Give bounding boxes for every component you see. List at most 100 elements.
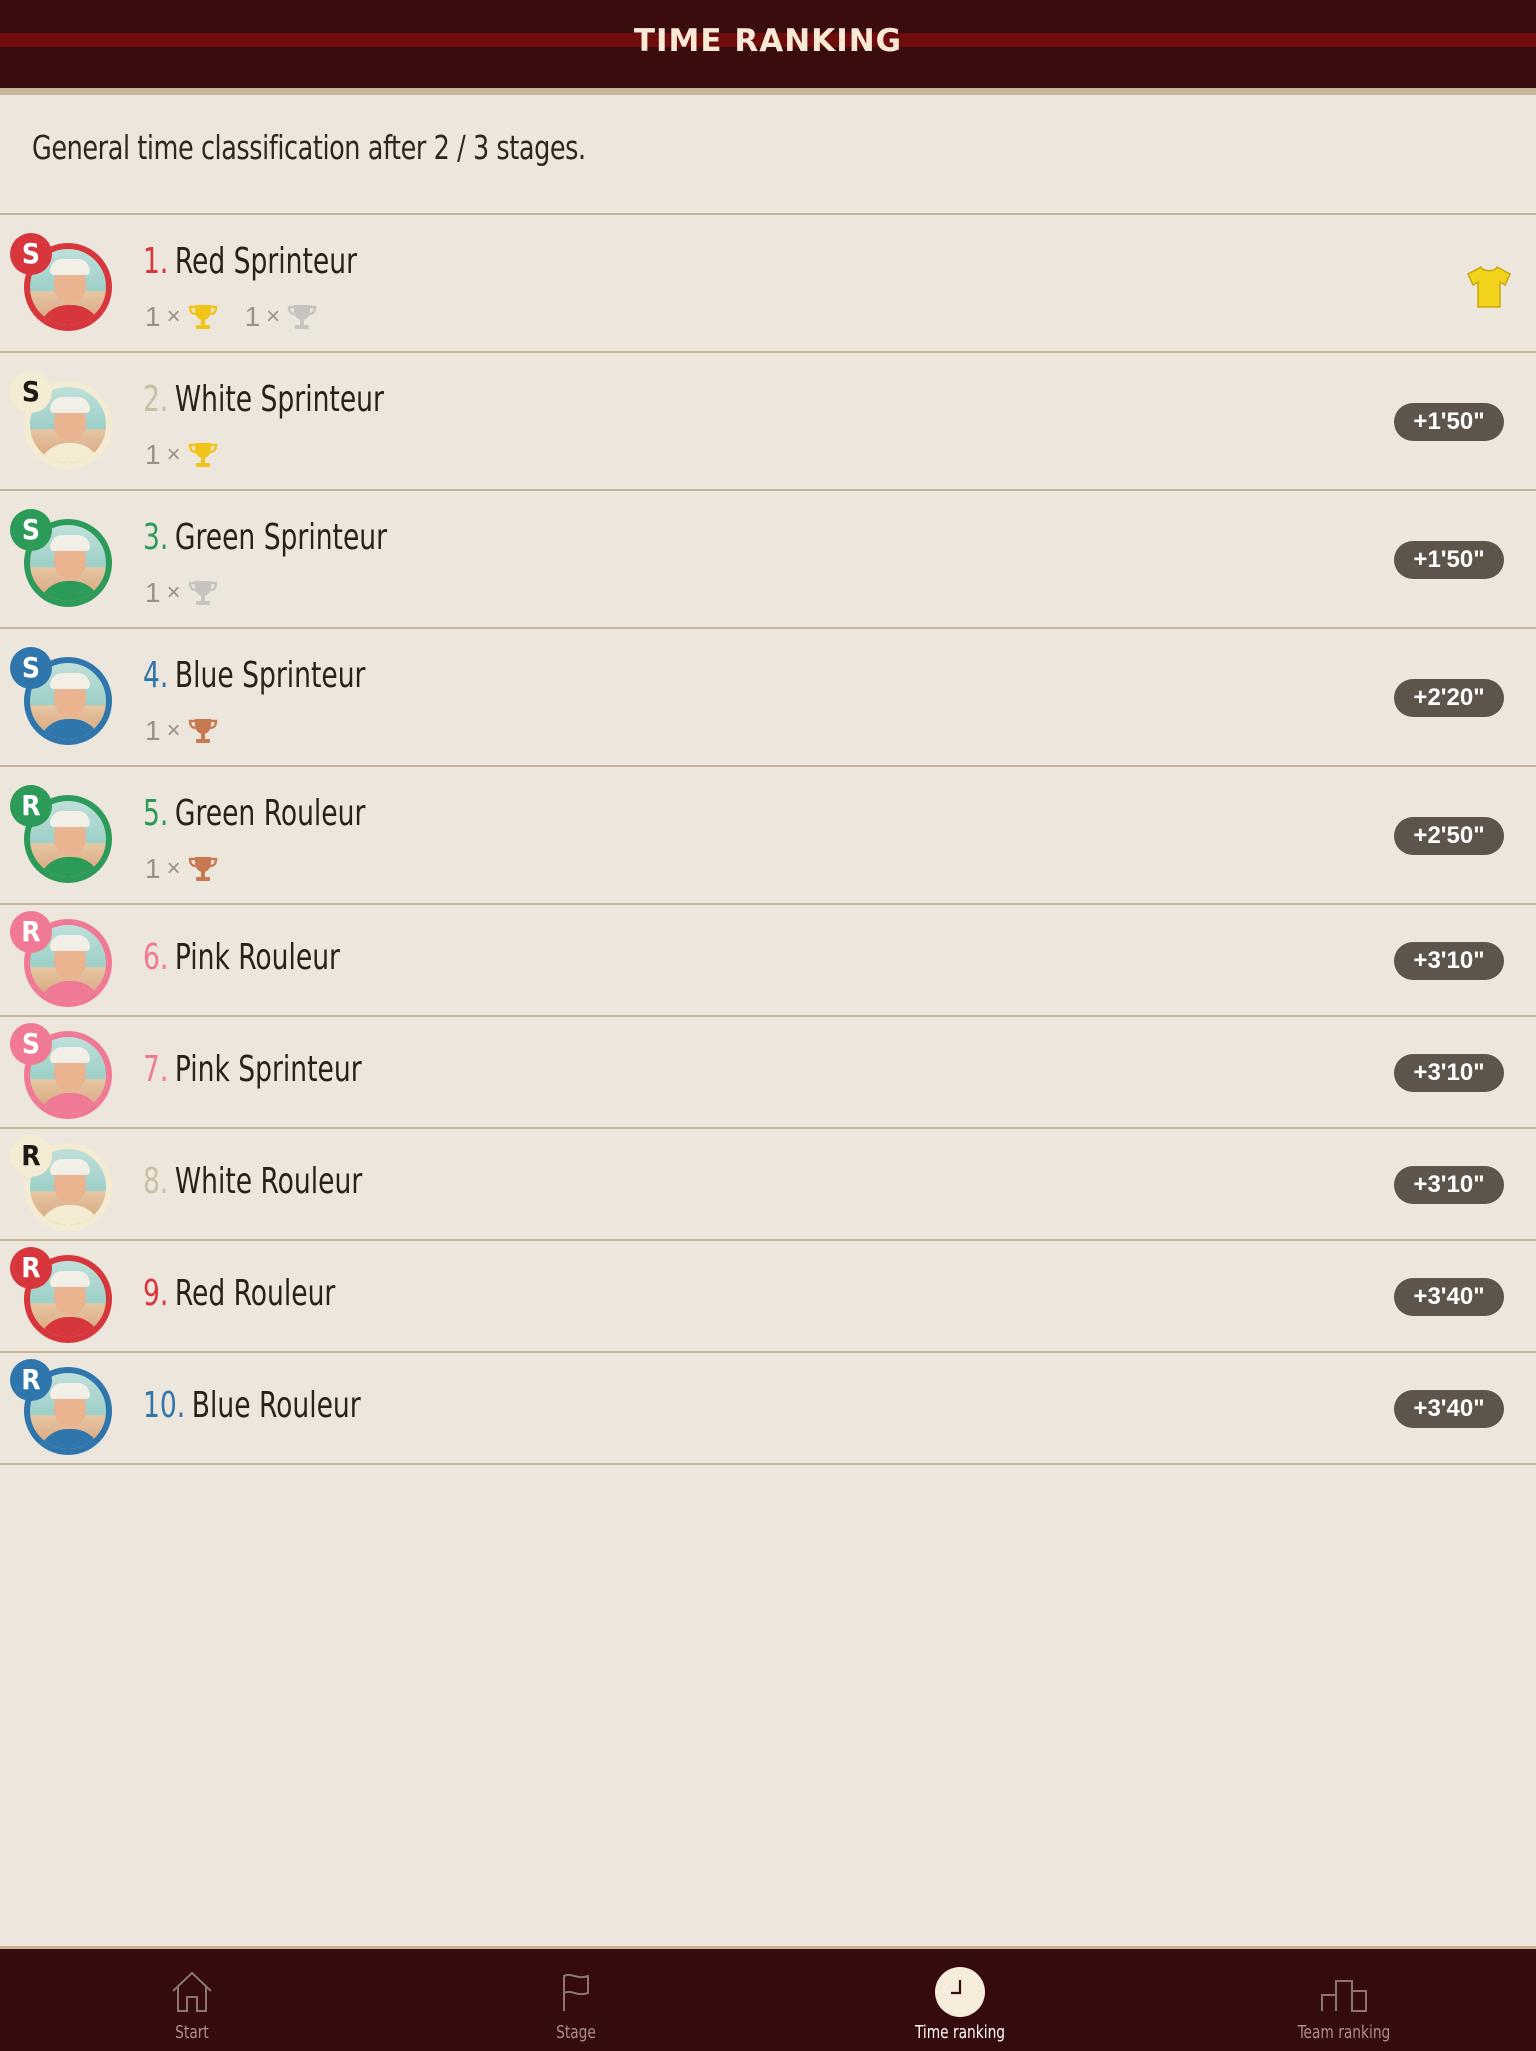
trophy-entry: 1 × xyxy=(145,301,219,333)
rider-name-text: Green Rouleur xyxy=(174,793,366,834)
rider-name-text: Red Rouleur xyxy=(174,1273,336,1314)
rider-name: 6. Pink Rouleur xyxy=(143,937,340,978)
trophy-multiplier: × xyxy=(266,303,281,330)
trophy-count: 1 xyxy=(244,301,261,332)
time-gap-badge: +2'20" xyxy=(1394,679,1504,717)
rank-number: 8. xyxy=(143,1161,169,1202)
rider-row[interactable]: R 8. White Rouleur +3'10" xyxy=(0,1129,1536,1241)
rider-row[interactable]: S 7. Pink Sprinteur +3'10" xyxy=(0,1017,1536,1129)
role-badge: R xyxy=(10,1135,52,1177)
avatar-cap xyxy=(50,811,90,827)
title-bar: TIME RANKING xyxy=(0,0,1536,95)
tab-label: Time ranking xyxy=(914,2022,1006,2043)
rank-number: 1. xyxy=(143,241,169,282)
tab-team-ranking[interactable]: Team ranking xyxy=(1152,1949,1536,2051)
time-gap-badge: +3'10" xyxy=(1394,1166,1504,1204)
trophy-count: 1 xyxy=(145,301,161,332)
avatar-shirt xyxy=(38,1317,102,1337)
avatar-shirt xyxy=(38,305,102,325)
role-badge: S xyxy=(10,233,52,275)
trophy-list: 1 × xyxy=(145,853,245,889)
rider-name: 9. Red Rouleur xyxy=(143,1273,335,1314)
rank-number: 9. xyxy=(143,1273,169,1314)
yellow-jersey-icon xyxy=(1464,263,1514,311)
time-gap-badge: +3'40" xyxy=(1394,1278,1504,1316)
rider-name-text: White Sprinteur xyxy=(174,379,384,420)
home-icon xyxy=(167,1967,217,2017)
rank-number: 6. xyxy=(143,937,169,978)
silver-trophy-icon xyxy=(286,301,318,333)
rider-name: 7. Pink Sprinteur xyxy=(143,1049,362,1090)
podium-icon xyxy=(1319,1967,1369,2017)
avatar-shirt xyxy=(38,1205,102,1225)
rider-name-text: Blue Rouleur xyxy=(191,1385,361,1426)
rider-row[interactable]: S 4. Blue Sprinteur 1 × +2'20" xyxy=(0,629,1536,767)
rider-row[interactable]: R 10. Blue Rouleur +3'40" xyxy=(0,1353,1536,1465)
trophy-count: 1 xyxy=(145,853,161,884)
ranking-list: S 1. Red Sprinteur 1 × 1 × S 2. White Sprinteur 1 ×… xyxy=(0,213,1536,1465)
role-badge: S xyxy=(10,509,52,551)
trophy-list: 1 × xyxy=(145,577,245,613)
rider-row[interactable]: R 9. Red Rouleur +3'40" xyxy=(0,1241,1536,1353)
trophy-entry: 1 × xyxy=(145,577,219,609)
avatar-shirt xyxy=(38,581,102,601)
tab-label: Start xyxy=(175,2022,209,2043)
clock-icon xyxy=(935,1967,985,2017)
avatar-cap xyxy=(50,1383,90,1399)
rider-name: 8. White Rouleur xyxy=(143,1161,362,1202)
gold-trophy-icon xyxy=(187,439,219,471)
trophy-list: 1 × 1 × xyxy=(145,301,344,337)
trophy-count: 1 xyxy=(145,577,161,608)
time-gap-badge: +1'50" xyxy=(1394,403,1504,441)
avatar-cap xyxy=(50,673,90,689)
rider-name: 3. Green Sprinteur xyxy=(143,517,387,558)
avatar-shirt xyxy=(38,981,102,1001)
rank-number: 4. xyxy=(143,655,169,696)
tab-start[interactable]: Start xyxy=(0,1949,384,2051)
rider-row[interactable]: S 2. White Sprinteur 1 × +1'50" xyxy=(0,353,1536,491)
role-badge: S xyxy=(10,647,52,689)
role-badge: R xyxy=(10,1247,52,1289)
avatar-cap xyxy=(50,259,90,275)
rider-row[interactable]: R 5. Green Rouleur 1 × +2'50" xyxy=(0,767,1536,905)
trophy-multiplier: × xyxy=(166,855,181,882)
rank-number: 3. xyxy=(143,517,169,558)
tab-time-ranking[interactable]: Time ranking xyxy=(768,1949,1152,2051)
tab-bar: Start Stage Time ranking Team ranking xyxy=(0,1946,1536,2051)
page-title: TIME RANKING xyxy=(633,23,903,59)
rider-row[interactable]: S 1. Red Sprinteur 1 × 1 × xyxy=(0,215,1536,353)
rider-name-text: Green Sprinteur xyxy=(174,517,388,558)
avatar-cap xyxy=(50,397,90,413)
rider-name: 10. Blue Rouleur xyxy=(143,1385,361,1426)
rider-row[interactable]: R 6. Pink Rouleur +3'10" xyxy=(0,905,1536,1017)
trophy-multiplier: × xyxy=(166,441,181,468)
bronze-trophy-icon xyxy=(187,715,219,747)
bronze-trophy-icon xyxy=(187,853,219,885)
trophy-entry: 1 × xyxy=(145,439,219,471)
tab-stage[interactable]: Stage xyxy=(384,1949,768,2051)
time-gap-badge: +2'50" xyxy=(1394,817,1504,855)
silver-trophy-icon xyxy=(187,577,219,609)
rider-name: 5. Green Rouleur xyxy=(143,793,365,834)
trophy-multiplier: × xyxy=(166,579,181,606)
rank-number: 2. xyxy=(143,379,169,420)
rider-name: 1. Red Sprinteur xyxy=(143,241,357,282)
role-badge: R xyxy=(10,785,52,827)
rider-row[interactable]: S 3. Green Sprinteur 1 × +1'50" xyxy=(0,491,1536,629)
rider-name: 4. Blue Sprinteur xyxy=(143,655,365,696)
rider-name-text: Blue Sprinteur xyxy=(174,655,366,696)
rider-name-text: Pink Sprinteur xyxy=(174,1049,362,1090)
avatar-shirt xyxy=(38,1429,102,1449)
tab-label: Team ranking xyxy=(1297,2022,1391,2043)
time-gap-badge: +1'50" xyxy=(1394,541,1504,579)
rider-name-text: Red Sprinteur xyxy=(174,241,358,282)
trophy-list: 1 × xyxy=(145,715,245,751)
gold-trophy-icon xyxy=(187,301,219,333)
rank-number: 7. xyxy=(143,1049,169,1090)
role-badge: S xyxy=(10,1023,52,1065)
tab-label: Stage xyxy=(556,2022,596,2043)
avatar-cap xyxy=(50,535,90,551)
trophy-count: 1 xyxy=(145,715,161,746)
avatar-shirt xyxy=(38,1093,102,1113)
avatar-shirt xyxy=(38,719,102,739)
